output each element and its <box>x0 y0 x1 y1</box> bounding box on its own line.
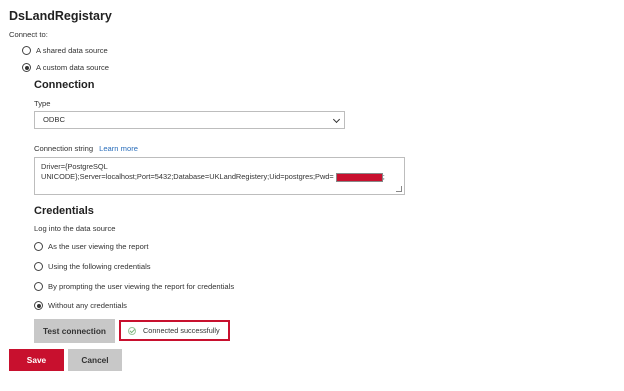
chevron-down-icon <box>332 115 341 124</box>
test-connection-button[interactable]: Test connection <box>34 319 115 343</box>
connection-status: Connected successfully <box>119 320 230 341</box>
log-into-label: Log into the data source <box>34 224 116 233</box>
radio-icon[interactable] <box>34 282 43 291</box>
connection-string-textarea[interactable]: Driver={PostgreSQL UNICODE};Server=local… <box>34 157 405 195</box>
radio-prompting-user[interactable]: By prompting the user viewing the report… <box>34 282 234 291</box>
type-select-value: ODBC <box>43 115 65 124</box>
radio-selected-icon[interactable] <box>22 63 31 72</box>
connect-to-label: Connect to: <box>9 30 48 39</box>
resize-handle[interactable] <box>396 186 402 192</box>
radio-custom-data-source[interactable]: A custom data source <box>22 63 109 72</box>
connection-string-label-row: Connection string Learn more <box>34 144 138 153</box>
radio-as-user-viewing[interactable]: As the user viewing the report <box>34 242 148 251</box>
type-label: Type <box>34 99 51 108</box>
credentials-heading: Credentials <box>34 205 94 217</box>
redacted-password <box>335 172 383 182</box>
status-text: Connected successfully <box>143 326 220 335</box>
connection-string-suffix: ; <box>382 172 385 181</box>
connection-string-line2-row: UNICODE};Server=localhost;Port=5432;Data… <box>41 172 404 182</box>
radio-label: By prompting the user viewing the report… <box>48 282 235 291</box>
radio-label: A shared data source <box>36 46 108 55</box>
page-title: DsLandRegistary <box>9 9 112 23</box>
save-button[interactable]: Save <box>9 349 64 371</box>
radio-following-credentials[interactable]: Using the following credentials <box>34 262 151 271</box>
radio-icon[interactable] <box>22 46 31 55</box>
radio-label: As the user viewing the report <box>48 242 149 251</box>
learn-more-link[interactable]: Learn more <box>99 144 138 153</box>
radio-label: Without any credentials <box>48 301 127 310</box>
radio-icon[interactable] <box>34 262 43 271</box>
type-select[interactable]: ODBC <box>34 111 345 129</box>
radio-selected-icon[interactable] <box>34 301 43 310</box>
connection-heading: Connection <box>34 79 95 91</box>
check-circle-icon <box>128 326 136 335</box>
radio-shared-data-source[interactable]: A shared data source <box>22 46 108 55</box>
connection-string-line1: Driver={PostgreSQL <box>41 162 108 171</box>
radio-without-credentials[interactable]: Without any credentials <box>34 301 127 310</box>
radio-label: A custom data source <box>36 63 110 72</box>
cancel-button[interactable]: Cancel <box>68 349 122 371</box>
connection-string-line2: UNICODE};Server=localhost;Port=5432;Data… <box>41 172 334 181</box>
radio-icon[interactable] <box>34 242 43 251</box>
connection-string-label: Connection string <box>34 144 94 153</box>
radio-label: Using the following credentials <box>48 262 151 271</box>
